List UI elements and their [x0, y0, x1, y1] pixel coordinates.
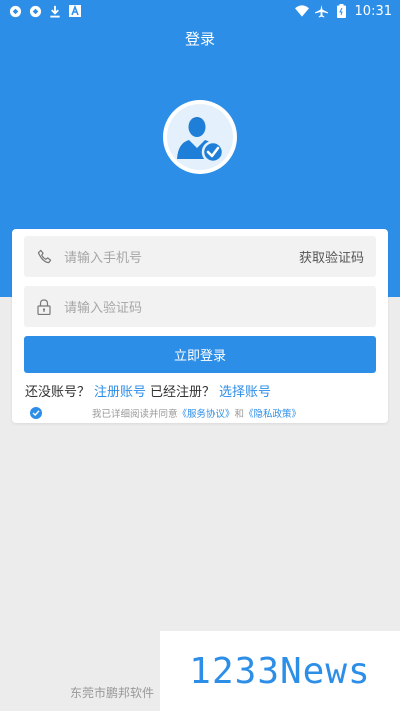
- phone-input[interactable]: 请输入手机号: [64, 247, 299, 266]
- privacy-policy-link[interactable]: 《隐私政策》: [244, 409, 301, 420]
- phone-field[interactable]: 请输入手机号 获取验证码: [24, 236, 376, 277]
- lock-icon: [36, 298, 52, 315]
- agreement-row: 我已详细阅读并同意《服务协议》和《隐私政策》: [30, 406, 370, 420]
- no-account-text: 还没账号？: [25, 385, 91, 400]
- status-bar: 10:31: [0, 0, 400, 22]
- agreement-prefix: 我已详细阅读并同意: [92, 409, 178, 420]
- get-code-button[interactable]: 获取验证码: [299, 247, 376, 266]
- page-title: 登录: [184, 30, 215, 48]
- status-time: 10:31: [354, 3, 392, 19]
- login-button[interactable]: 立即登录: [24, 336, 376, 373]
- login-card: 请输入手机号 获取验证码 请输入验证码 立即登录 还没账号？ 注册账号 已经注册…: [12, 229, 388, 423]
- user-verified-icon: [177, 117, 225, 164]
- font-icon: [68, 4, 82, 18]
- check-icon: [32, 410, 40, 416]
- code-field[interactable]: 请输入验证码: [24, 286, 376, 327]
- footer-company: 东莞市鹏邦软件: [70, 686, 155, 700]
- register-link[interactable]: 注册账号: [94, 381, 146, 400]
- watermark-text: 1233News: [189, 650, 371, 692]
- sync-icon: [28, 4, 42, 18]
- agreement-text: 我已详细阅读并同意《服务协议》和《隐私政策》: [92, 406, 301, 420]
- battery-icon: [335, 4, 349, 18]
- download-icon: [48, 4, 62, 18]
- phone-icon: [36, 249, 52, 265]
- airplane-icon: [315, 4, 329, 18]
- watermark: 1233News: [160, 631, 400, 711]
- register-row: 还没账号？ 注册账号 已经注册？ 选择账号: [25, 381, 271, 400]
- select-account-link[interactable]: 选择账号: [219, 381, 271, 400]
- agreement-checkbox[interactable]: [30, 407, 42, 419]
- agreement-and: 和: [234, 409, 245, 420]
- sync-icon: [8, 4, 22, 18]
- avatar: [163, 100, 237, 174]
- code-input[interactable]: 请输入验证码: [64, 297, 376, 316]
- already-registered-text: 已经注册？: [150, 385, 216, 400]
- wifi-icon: [294, 4, 309, 18]
- service-agreement-link[interactable]: 《服务协议》: [178, 409, 235, 420]
